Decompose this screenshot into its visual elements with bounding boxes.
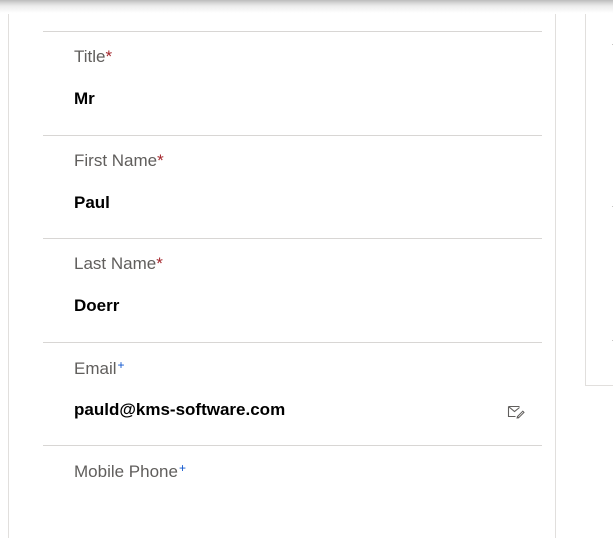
mobile-phone-field: Mobile Phone+	[43, 445, 542, 538]
first-name-value[interactable]: Paul	[74, 193, 110, 213]
viewport: Title* Mr First Name* Paul Last Name* Do…	[0, 0, 613, 538]
side-panel-card	[585, 14, 613, 386]
last-name-field: Last Name* Doerr	[43, 238, 542, 342]
mobile-phone-label: Mobile Phone+	[74, 461, 186, 481]
first-name-label: First Name*	[74, 151, 164, 170]
top-shadow	[0, 0, 613, 14]
contact-details-section: Title* Mr First Name* Paul Last Name* Do…	[8, 14, 556, 538]
email-label: Email+	[74, 358, 125, 378]
title-value[interactable]: Mr	[74, 89, 95, 109]
required-indicator: *	[105, 47, 113, 66]
email-value[interactable]: pauld@kms-software.com	[74, 400, 285, 420]
email-compose-icon[interactable]	[507, 403, 525, 419]
email-field: Email+ pauld@kms-software.com	[43, 342, 542, 446]
first-name-field: First Name* Paul	[43, 135, 542, 239]
title-field: Title* Mr	[43, 31, 542, 135]
last-name-label: Last Name*	[74, 254, 163, 273]
recommended-indicator: +	[117, 358, 125, 372]
required-indicator: *	[157, 151, 164, 170]
recommended-indicator: +	[178, 461, 186, 475]
last-name-value[interactable]: Doerr	[74, 296, 119, 316]
required-indicator: *	[156, 254, 163, 273]
title-label: Title*	[74, 47, 113, 66]
